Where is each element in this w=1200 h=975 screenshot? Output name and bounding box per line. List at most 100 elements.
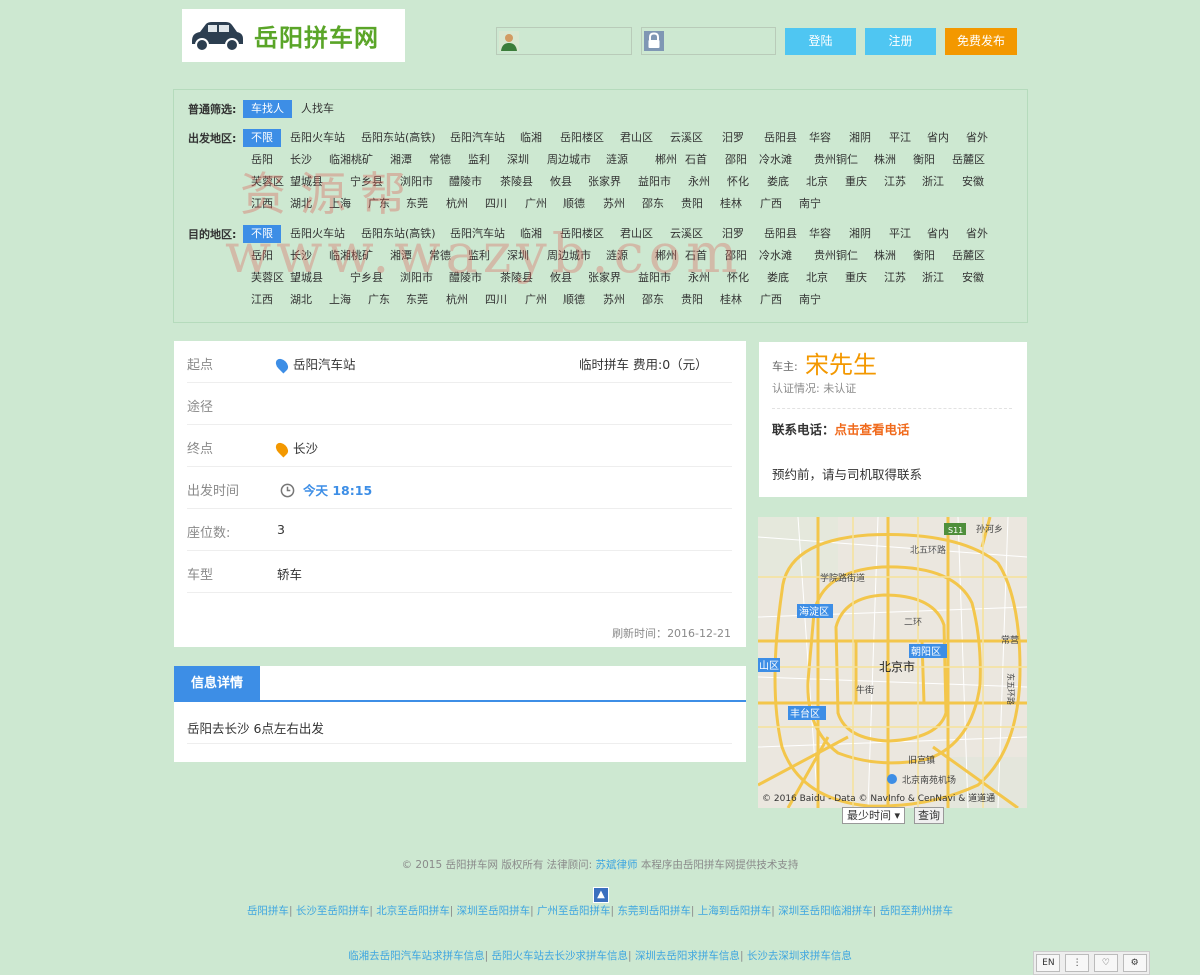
dest-region-option[interactable]: 杭州 — [446, 291, 468, 309]
dest-region-option[interactable]: 北京 — [806, 269, 828, 287]
dest-region-option[interactable]: 邵东 — [642, 291, 664, 309]
dest-region-option[interactable]: 株洲 — [874, 247, 896, 265]
dest-region-option[interactable]: 湖北 — [290, 291, 312, 309]
dest-region-option[interactable]: 省内 — [927, 225, 949, 243]
footer-link[interactable]: 岳阳拼车 — [247, 905, 289, 917]
depart-region-option[interactable]: 望城县 — [290, 173, 323, 191]
dest-region-option[interactable]: 浏阳市 — [400, 269, 433, 287]
dest-region-option[interactable]: 广西 — [760, 291, 782, 309]
depart-region-option[interactable]: 省内 — [927, 129, 949, 147]
depart-region-option[interactable]: 杭州 — [446, 195, 468, 213]
dest-region-option[interactable]: 顺德 — [563, 291, 585, 309]
dest-region-option[interactable]: 常德 — [429, 247, 451, 265]
dest-region-option[interactable]: 周边城市 — [547, 247, 591, 265]
footer-link[interactable]: 岳阳至荆州拼车 — [880, 905, 954, 917]
depart-region-option[interactable]: 长沙 — [290, 151, 312, 169]
depart-region-option[interactable]: 江苏 — [884, 173, 906, 191]
route-strategy-select[interactable]: 最少时间 ▾ — [842, 807, 906, 824]
dest-region-option[interactable]: 临湘桃矿 — [329, 247, 373, 265]
footer-link[interactable]: 广州至岳阳拼车 — [537, 905, 611, 917]
depart-region-option[interactable]: 株洲 — [874, 151, 896, 169]
username-input[interactable] — [496, 27, 632, 55]
dest-region-option[interactable]: 深圳 — [507, 247, 529, 265]
dest-region-option[interactable]: 湘阴 — [849, 225, 871, 243]
depart-region-option[interactable]: 怀化 — [727, 173, 749, 191]
dest-region-option[interactable]: 东莞 — [406, 291, 428, 309]
dest-region-option[interactable]: 云溪区 — [670, 225, 703, 243]
depart-region-option[interactable]: 君山区 — [620, 129, 653, 147]
depart-region-option[interactable]: 岳阳汽车站 — [450, 129, 505, 147]
depart-region-option[interactable]: 宁乡县 — [350, 173, 383, 191]
dest-region-option[interactable]: 益阳市 — [638, 269, 671, 287]
lang-button[interactable]: EN — [1036, 954, 1061, 972]
favorite-icon[interactable]: ♡ — [1093, 954, 1118, 972]
dest-region-option[interactable]: 芙蓉区 — [251, 269, 284, 287]
depart-region-option[interactable]: 衡阳 — [913, 151, 935, 169]
depart-region-option[interactable]: 涟源 — [606, 151, 628, 169]
dest-region-option[interactable]: 岳阳县 — [764, 225, 797, 243]
route-query-button[interactable]: 查询 — [914, 807, 944, 824]
settings-gear-icon[interactable]: ⚙ — [1122, 954, 1147, 972]
dest-region-option[interactable]: 岳麓区 — [952, 247, 985, 265]
depart-region-option[interactable]: 华容 — [809, 129, 831, 147]
dest-region-option[interactable]: 桂林 — [720, 291, 742, 309]
dest-region-option[interactable]: 永州 — [688, 269, 710, 287]
depart-region-option[interactable]: 东莞 — [406, 195, 428, 213]
dest-region-option[interactable]: 重庆 — [845, 269, 867, 287]
footer-link[interactable]: 北京至岳阳拼车 — [376, 905, 450, 917]
dest-region-option[interactable]: 冷水滩 — [759, 247, 792, 265]
depart-region-option[interactable]: 醴陵市 — [449, 173, 482, 191]
dest-region-option[interactable]: 江西 — [251, 291, 273, 309]
depart-region-option[interactable]: 攸县 — [550, 173, 572, 191]
depart-region-option[interactable]: 临湘桃矿 — [329, 151, 373, 169]
depart-region-option[interactable]: 岳阳楼区 — [560, 129, 604, 147]
depart-region-option[interactable]: 不限 — [243, 129, 281, 147]
tab-info-detail[interactable]: 信息详情 — [174, 666, 260, 701]
dest-region-option[interactable]: 衡阳 — [913, 247, 935, 265]
scroll-top-icon[interactable]: ▲ — [593, 887, 609, 903]
depart-region-option[interactable]: 岳阳县 — [764, 129, 797, 147]
depart-region-option[interactable]: 平江 — [889, 129, 911, 147]
dest-region-option[interactable]: 不限 — [243, 225, 281, 243]
dest-region-option[interactable]: 汨罗 — [722, 225, 744, 243]
depart-region-option[interactable]: 浙江 — [922, 173, 944, 191]
footer-link[interactable]: 长沙去深圳求拼车信息 — [747, 950, 852, 962]
depart-region-option[interactable]: 顺德 — [563, 195, 585, 213]
dest-region-option[interactable]: 邵阳 — [725, 247, 747, 265]
dest-region-option[interactable]: 平江 — [889, 225, 911, 243]
route-map[interactable]: S11 孙河乡 北五环路 学院路街道 海淀区 二环 常营 朝阳区 北京市 山区 … — [758, 517, 1027, 808]
lawyer-link[interactable]: 苏斌律师 — [596, 859, 638, 871]
depart-region-option[interactable]: 上海 — [329, 195, 351, 213]
dest-region-option[interactable]: 监利 — [468, 247, 490, 265]
password-input[interactable] — [641, 27, 776, 55]
depart-region-option[interactable]: 广西 — [760, 195, 782, 213]
filter-option-people-seek-car[interactable]: 人找车 — [301, 100, 334, 118]
dest-region-option[interactable]: 临湘 — [520, 225, 542, 243]
depart-region-option[interactable]: 岳阳 — [251, 151, 273, 169]
dest-region-option[interactable]: 安徽 — [962, 269, 984, 287]
dest-region-option[interactable]: 苏州 — [603, 291, 625, 309]
depart-region-option[interactable]: 广州 — [525, 195, 547, 213]
dest-region-option[interactable]: 张家界 — [588, 269, 621, 287]
depart-region-option[interactable]: 重庆 — [845, 173, 867, 191]
depart-region-option[interactable]: 邵东 — [642, 195, 664, 213]
depart-region-option[interactable]: 四川 — [485, 195, 507, 213]
depart-region-option[interactable]: 石首 — [685, 151, 707, 169]
depart-region-option[interactable]: 贵州铜仁 — [814, 151, 858, 169]
depart-region-option[interactable]: 郴州 — [655, 151, 677, 169]
dest-region-option[interactable]: 攸县 — [550, 269, 572, 287]
depart-region-option[interactable]: 汨罗 — [722, 129, 744, 147]
dest-region-option[interactable]: 广东 — [368, 291, 390, 309]
depart-region-option[interactable]: 芙蓉区 — [251, 173, 284, 191]
dest-region-option[interactable]: 四川 — [485, 291, 507, 309]
depart-region-option[interactable]: 冷水滩 — [759, 151, 792, 169]
footer-link[interactable]: 临湘去岳阳汽车站求拼车信息 — [348, 950, 485, 962]
register-button[interactable]: 注册 — [865, 28, 936, 55]
depart-region-option[interactable]: 江西 — [251, 195, 273, 213]
dest-region-option[interactable]: 岳阳 — [251, 247, 273, 265]
show-phone-link[interactable]: 点击查看电话 — [835, 422, 910, 437]
depart-region-option[interactable]: 岳麓区 — [952, 151, 985, 169]
depart-region-option[interactable]: 岳阳火车站 — [290, 129, 345, 147]
depart-region-option[interactable]: 湘阴 — [849, 129, 871, 147]
footer-link[interactable]: 东莞到岳阳拼车 — [617, 905, 691, 917]
